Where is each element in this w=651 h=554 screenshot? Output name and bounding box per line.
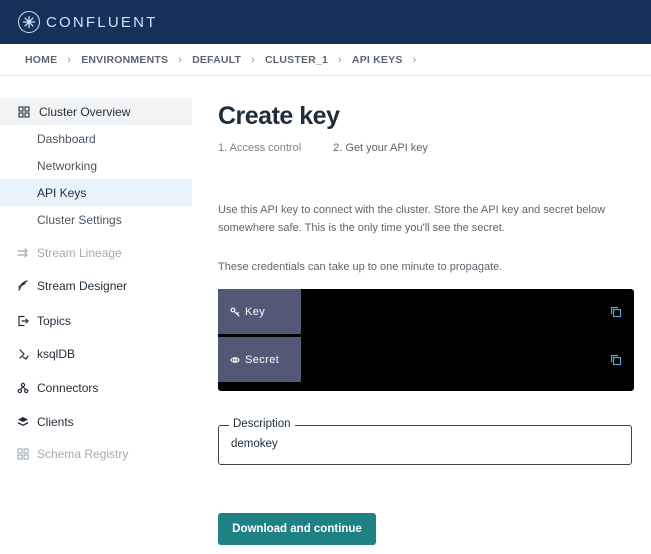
schema-registry-icon [17,448,29,460]
chevron-right-icon: › [67,53,72,66]
sidebar-item-label: API Keys [37,185,87,200]
sidebar-item-label: Networking [37,158,98,173]
sidebar-item-label: Schema Registry [37,447,129,461]
description-input[interactable] [231,438,611,450]
sidebar-item-topics[interactable]: Topics [0,308,192,334]
propagation-note: These credentials can take up to one min… [218,261,503,273]
step-indicator: 1. Access control 2. Get your API key [218,142,428,154]
confluent-logo-icon[interactable] [18,11,40,33]
credential-label: Secret [218,337,301,382]
description-field: Description [218,418,632,465]
designer-icon [17,280,29,292]
sidebar-item-label: Cluster Settings [37,212,122,227]
breadcrumb-home[interactable]: HOME [25,54,57,66]
ksqldb-icon [17,348,29,360]
credential-label-text: Secret [245,353,280,366]
sidebar-item-label: Dashboard [37,131,96,146]
top-bar: CONFLUENT [0,0,651,44]
breadcrumb-environments[interactable]: ENVIRONMENTS [81,54,168,66]
credentials-box: Key Secret [218,289,634,391]
step-access-control: 1. Access control [218,142,302,154]
breadcrumb-cluster[interactable]: CLUSTER_1 [265,54,328,66]
intro-text: Use this API key to connect with the clu… [218,204,606,234]
sidebar-item-label: ksqlDB [37,347,76,361]
clients-icon [17,416,29,428]
sidebar-item-label: Stream Designer [37,279,128,293]
sidebar: Cluster Overview Dashboard Networking AP… [0,77,192,554]
copy-icon[interactable] [610,353,622,366]
sidebar-item-stream-lineage[interactable]: Stream Lineage [0,240,192,266]
sidebar-item-ksqldb[interactable]: ksqlDB [0,341,192,367]
breadcrumb-default[interactable]: DEFAULT [192,54,241,66]
main-content: Create key 1. Access control 2. Get your… [218,77,638,554]
key-icon [230,307,240,317]
download-and-continue-button[interactable]: Download and continue [218,513,376,545]
page-title: Create key [218,102,340,130]
chevron-right-icon: › [338,53,342,66]
chevron-right-icon: › [178,53,183,66]
grid-icon [18,105,30,118]
sidebar-item-cluster-settings[interactable]: Cluster Settings [0,206,192,233]
sidebar-item-networking[interactable]: Networking [0,152,192,179]
topics-icon [17,315,29,327]
step-get-api-key: 2. Get your API key [333,142,428,154]
brand-name[interactable]: CONFLUENT [46,14,157,31]
description-label: Description [229,418,295,430]
sidebar-item-dashboard[interactable]: Dashboard [0,125,192,152]
chevron-right-icon: › [251,53,255,66]
sidebar-item-label: Clients [37,415,74,429]
eye-icon [230,356,240,363]
sidebar-item-label: Topics [37,314,72,328]
copy-icon[interactable] [610,305,622,318]
credential-row-secret: Secret [218,337,634,382]
connectors-icon [17,382,29,394]
lineage-icon [17,247,29,259]
sidebar-item-schema-registry[interactable]: Schema Registry [0,441,192,467]
sidebar-item-stream-designer[interactable]: Stream Designer [0,273,192,299]
sidebar-item-label: Cluster Overview [39,104,131,119]
credential-row-key: Key [218,289,634,334]
sidebar-item-clients[interactable]: Clients [0,409,192,435]
breadcrumb-api-keys[interactable]: API KEYS [352,54,403,66]
breadcrumb: HOME › ENVIRONMENTS › DEFAULT › CLUSTER_… [0,44,651,76]
credential-label: Key [218,289,301,334]
credential-label-text: Key [245,305,266,318]
sidebar-item-connectors[interactable]: Connectors [0,375,192,401]
sidebar-item-label: Connectors [37,381,99,395]
sidebar-item-api-keys[interactable]: API Keys [0,179,192,206]
chevron-right-icon: › [412,53,417,66]
sidebar-item-cluster-overview[interactable]: Cluster Overview [0,98,192,125]
sidebar-item-label: Stream Lineage [37,246,122,260]
